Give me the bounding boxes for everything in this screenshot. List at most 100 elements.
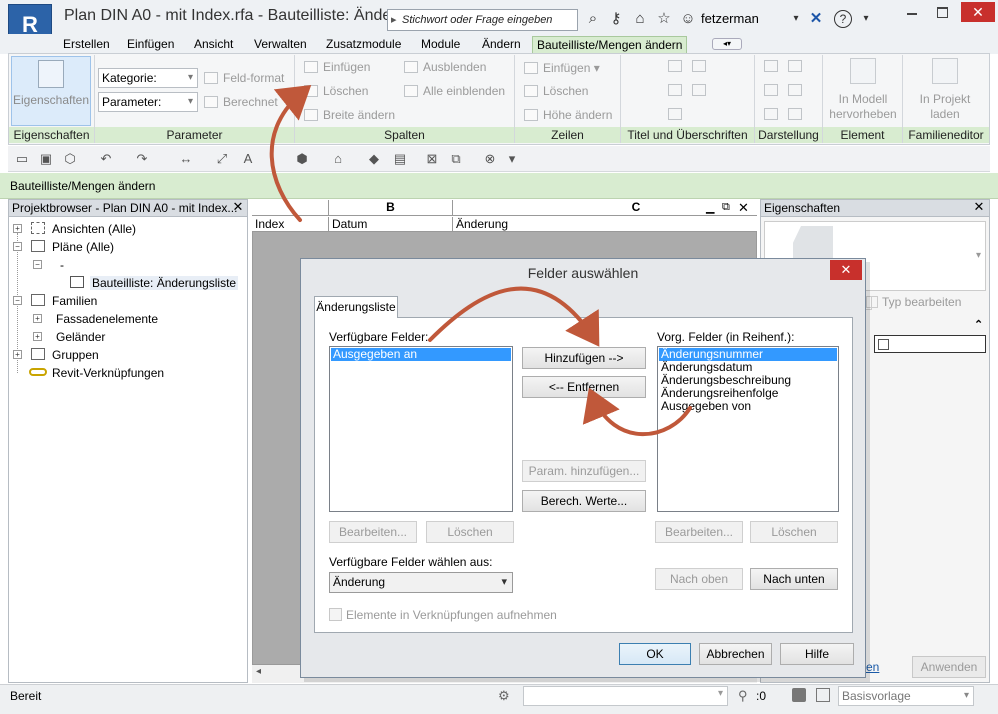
param-hinzufuegen-button[interactable]: Param. hinzufügen... [522, 460, 646, 482]
tab-aendern[interactable]: Ändern [478, 36, 525, 54]
key-icon[interactable]: ⚷ [606, 9, 626, 29]
tree-toggle[interactable]: + [13, 224, 22, 233]
align-horizontal-icon[interactable] [788, 84, 802, 96]
user-name[interactable]: fetzerman [701, 11, 759, 26]
sync-icon[interactable]: ⬡ [62, 151, 78, 167]
thin-lines-icon[interactable]: ▤ [392, 151, 408, 167]
dimension-icon[interactable]: ⤢ [214, 151, 230, 167]
tree-toggle[interactable]: + [33, 332, 42, 341]
available-fields-list[interactable]: Ausgegeben an [329, 346, 513, 512]
type-selector-chevron-icon[interactable]: ▾ [976, 250, 981, 261]
borders-icon[interactable] [764, 84, 778, 96]
active-workset-dropdown[interactable] [523, 686, 728, 706]
tab-aenderungsliste[interactable]: Änderungsliste [314, 296, 398, 318]
list-item[interactable]: Ausgegeben an [331, 348, 511, 361]
align-vertical-icon[interactable] [788, 108, 802, 120]
nach-oben-button[interactable]: Nach oben [655, 568, 743, 590]
hoehe-aendern-button[interactable]: Höhe ändern [524, 108, 612, 122]
dialog-close-button[interactable]: ✕ [830, 260, 862, 280]
customize-icon[interactable]: ▾ [504, 151, 520, 167]
save-icon[interactable]: ▣ [38, 151, 54, 167]
hilfe-button[interactable]: Hilfe [780, 643, 854, 665]
loeschen-right-button[interactable]: Löschen [750, 521, 838, 543]
tree-toggle[interactable]: − [33, 260, 42, 269]
schedule-field-datum[interactable]: Datum [329, 217, 453, 231]
tree-item-bauteilliste[interactable]: Bauteilliste: Änderungsliste [90, 276, 239, 290]
spalte-loeschen-button[interactable]: Löschen [304, 84, 368, 98]
in-modell-hervorheben-button[interactable]: In Modell hervorheben [826, 58, 900, 122]
tree-item-gelaender[interactable]: Geländer [56, 330, 105, 344]
properties-close-icon[interactable]: ✕ [972, 200, 986, 214]
typ-bearbeiten-button[interactable]: Typ bearbeiten [866, 295, 961, 309]
tree-item-ansichten[interactable]: Ansichten (Alle) [52, 222, 136, 236]
unmerge-cells-icon[interactable] [668, 84, 682, 96]
hinzufuegen-button[interactable]: Hinzufügen --> [522, 347, 646, 369]
tree-item-plaene[interactable]: Pläne (Alle) [52, 240, 114, 254]
entfernen-button[interactable]: <-- Entfernen [522, 376, 646, 398]
list-item[interactable]: Ausgegeben von [659, 400, 837, 413]
maximize-button[interactable] [930, 4, 954, 20]
tree-toggle[interactable]: − [13, 242, 22, 251]
design-options-icon[interactable] [792, 688, 806, 702]
reset-icon[interactable] [764, 108, 778, 120]
schedule-col-a[interactable] [252, 200, 329, 215]
spalte-einfuegen-button[interactable]: Einfügen [304, 60, 370, 74]
switch-windows-icon[interactable]: ⧉ [448, 151, 464, 167]
tree-toggle[interactable]: − [13, 296, 22, 305]
tree-item-familien[interactable]: Familien [52, 294, 97, 308]
properties-value-field[interactable] [874, 335, 986, 353]
schedule-field-aenderung[interactable]: Änderung [453, 217, 757, 231]
binoculars-icon[interactable]: ⌕ [583, 9, 603, 29]
scroll-left-icon[interactable]: ◂ [256, 666, 261, 677]
settings-icon[interactable]: ⊗ [482, 151, 498, 167]
close-button[interactable]: ✕ [961, 2, 995, 22]
tab-einfuegen[interactable]: Einfügen [123, 36, 178, 54]
include-links-checkbox[interactable] [329, 608, 342, 621]
editable-only-icon[interactable] [816, 688, 830, 702]
shading-icon[interactable] [764, 60, 778, 72]
chevron-down-icon[interactable]: ▾ [786, 9, 806, 29]
help-dropdown-icon[interactable]: ▾ [856, 9, 876, 29]
measure-icon[interactable]: ↔ [178, 151, 194, 167]
ribbon-minimize-icon[interactable]: ◂▾ [712, 38, 742, 50]
kategorie-dropdown[interactable]: Kategorie: [98, 68, 198, 88]
tab-erstellen[interactable]: Erstellen [59, 36, 114, 54]
tab-zusatzmodule[interactable]: Zusatzmodule [322, 36, 405, 54]
tree-item-gruppen[interactable]: Gruppen [52, 348, 99, 362]
restore-view-icon[interactable]: ⧉ [722, 201, 730, 214]
open-icon[interactable]: ▭ [14, 151, 30, 167]
filter-funnel-icon[interactable]: ⚲ [738, 688, 754, 704]
tree-item-fassadenelemente[interactable]: Fassadenelemente [56, 312, 158, 326]
star-icon[interactable]: ☆ [654, 9, 674, 29]
tree-toggle[interactable]: + [33, 314, 42, 323]
in-projekt-laden-button[interactable]: In Projekt laden [906, 58, 984, 122]
parameter-dropdown[interactable]: Parameter: [98, 92, 198, 112]
tree-item-sheet-dash[interactable]: - [60, 258, 64, 272]
3d-view-icon[interactable]: ⬢ [294, 151, 310, 167]
breite-aendern-button[interactable]: Breite ändern [304, 108, 395, 122]
bearbeiten-left-button[interactable]: Bearbeiten... [329, 521, 417, 543]
tab-bauteilliste-aendern[interactable]: Bauteilliste/Mengen ändern [532, 36, 688, 54]
section-icon[interactable]: ⌂ [330, 151, 346, 167]
minimize-view-icon[interactable]: ▁ [706, 201, 714, 214]
alle-einblenden-button[interactable]: Alle einblenden [404, 84, 505, 98]
property-checkbox[interactable] [878, 339, 889, 350]
insert-image-icon[interactable] [692, 60, 706, 72]
eigenschaften-button[interactable]: Eigenschaften [11, 56, 91, 126]
minimize-button[interactable] [900, 4, 924, 20]
project-browser-close-icon[interactable]: ✕ [231, 200, 245, 214]
feld-format-button[interactable]: Feld-format [204, 71, 284, 85]
zeile-einfuegen-button[interactable]: Einfügen ▾ [524, 61, 600, 75]
font-icon[interactable] [788, 60, 802, 72]
close-hidden-icon[interactable]: ⊠ [424, 151, 440, 167]
worksets-icon[interactable]: ⚙ [498, 688, 516, 704]
text-icon[interactable]: A [240, 151, 256, 167]
tree-item-revit-verknuepfungen[interactable]: Revit-Verknüpfungen [52, 366, 164, 380]
redo-icon[interactable]: ↷ [134, 151, 150, 167]
berechnet-button[interactable]: Berechnet [204, 95, 278, 109]
anwenden-button[interactable]: Anwenden [912, 656, 986, 678]
abbrechen-button[interactable]: Abbrechen [699, 643, 772, 665]
loeschen-left-button[interactable]: Löschen [426, 521, 514, 543]
exchange-icon[interactable]: ✕ [806, 9, 826, 29]
clear-cell-icon[interactable] [692, 84, 706, 96]
